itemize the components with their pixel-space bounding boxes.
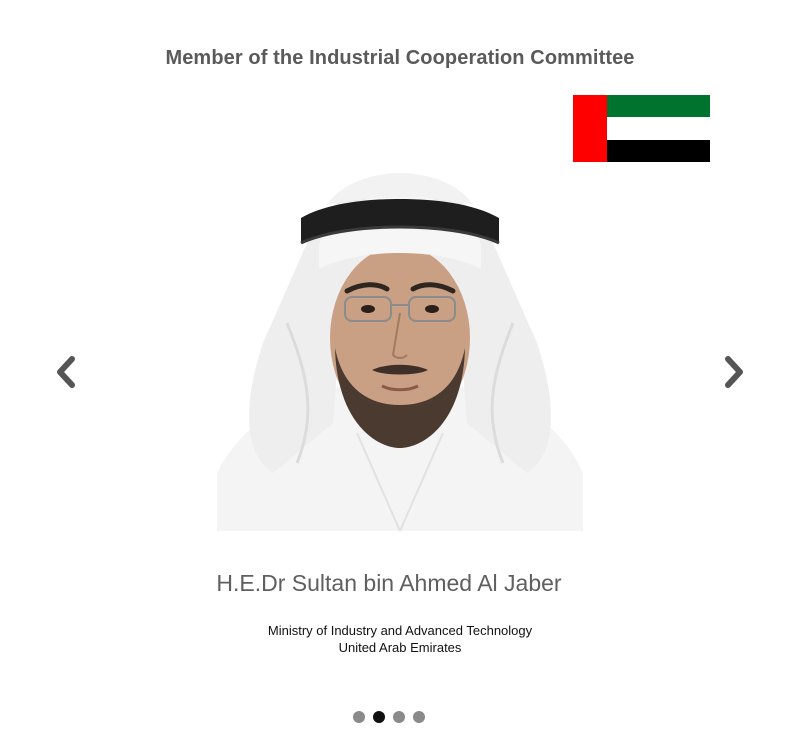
- pagination-dot-2[interactable]: [373, 711, 385, 723]
- country-label: United Arab Emirates: [338, 640, 462, 655]
- section-heading: Member of the Industrial Cooperation Com…: [165, 47, 635, 69]
- previous-slide-button[interactable]: [48, 352, 84, 392]
- next-slide-button[interactable]: [716, 352, 752, 392]
- flag-green-stripe: [607, 95, 710, 118]
- uae-flag-icon: [573, 95, 710, 162]
- member-name: H.E.Dr Sultan bin Ahmed Al Jaber: [216, 570, 562, 596]
- carousel-pagination: [0, 711, 778, 723]
- flag-red-band: [573, 95, 607, 162]
- pagination-dot-4[interactable]: [413, 711, 425, 723]
- chevron-right-icon: [725, 356, 743, 388]
- pagination-dot-3[interactable]: [393, 711, 405, 723]
- flag-black-stripe: [607, 139, 710, 162]
- portrait-photo: [217, 173, 583, 531]
- carousel-page: Member of the Industrial Cooperation Com…: [0, 0, 800, 740]
- chevron-left-icon: [57, 356, 75, 388]
- flag-white-stripe: [607, 117, 710, 140]
- ministry-label: Ministry of Industry and Advanced Techno…: [267, 623, 533, 638]
- pagination-dot-1[interactable]: [353, 711, 365, 723]
- member-affiliation: Ministry of Industry and Advanced Techno…: [0, 622, 800, 656]
